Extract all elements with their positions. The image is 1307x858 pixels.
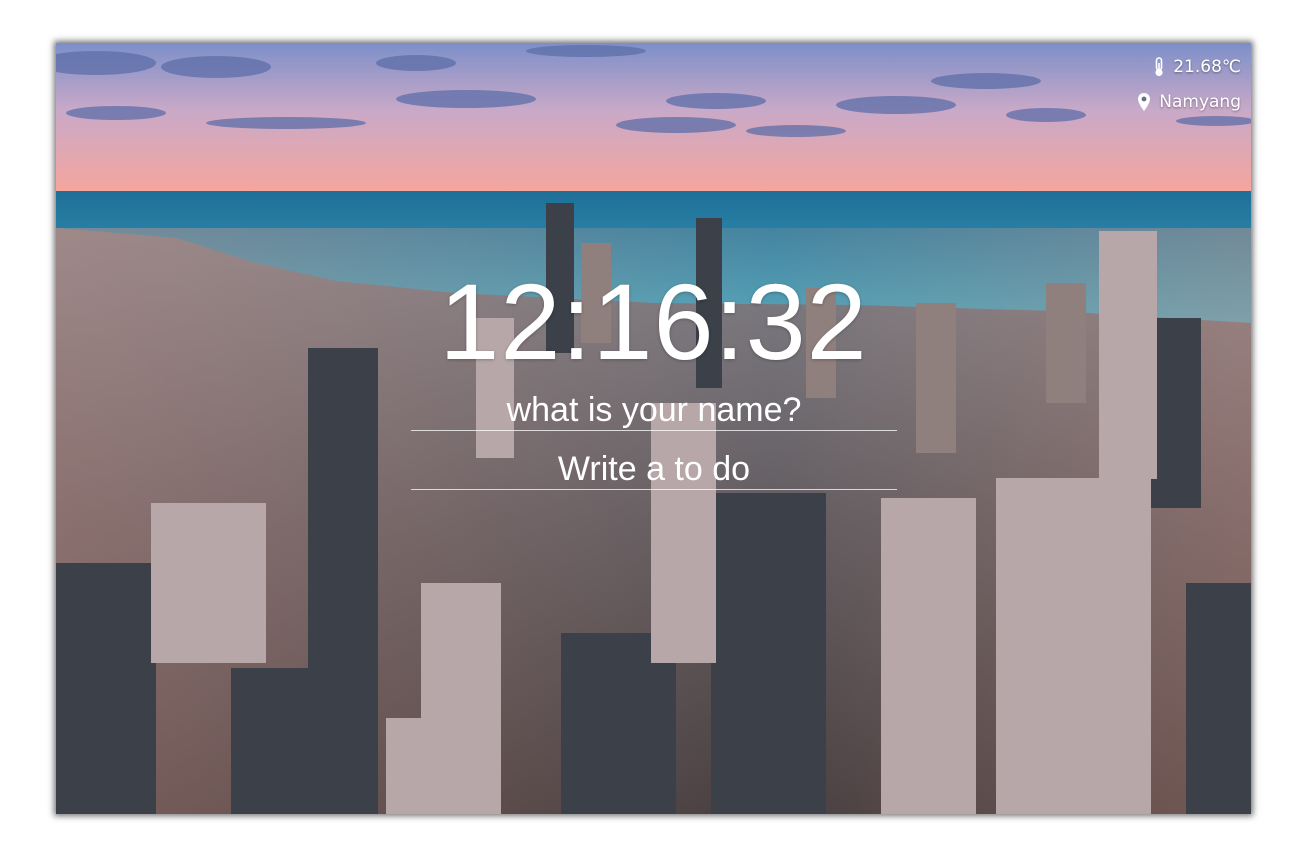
location-pin-icon xyxy=(1138,93,1151,111)
location-name: Namyang xyxy=(1159,92,1241,112)
temperature-value: 21.68℃ xyxy=(1173,57,1241,77)
name-input[interactable] xyxy=(411,390,897,431)
thermometer-icon xyxy=(1155,57,1163,77)
weather-widget: 21.68℃ Namyang xyxy=(1137,55,1241,125)
clock-time: 12:16:32 xyxy=(439,261,868,382)
location-row: Namyang xyxy=(1137,90,1241,114)
temperature-row: 21.68℃ xyxy=(1137,55,1241,79)
todo-input[interactable] xyxy=(411,449,897,490)
app-window: 21.68℃ Namyang 12:16:32 xyxy=(56,43,1251,814)
